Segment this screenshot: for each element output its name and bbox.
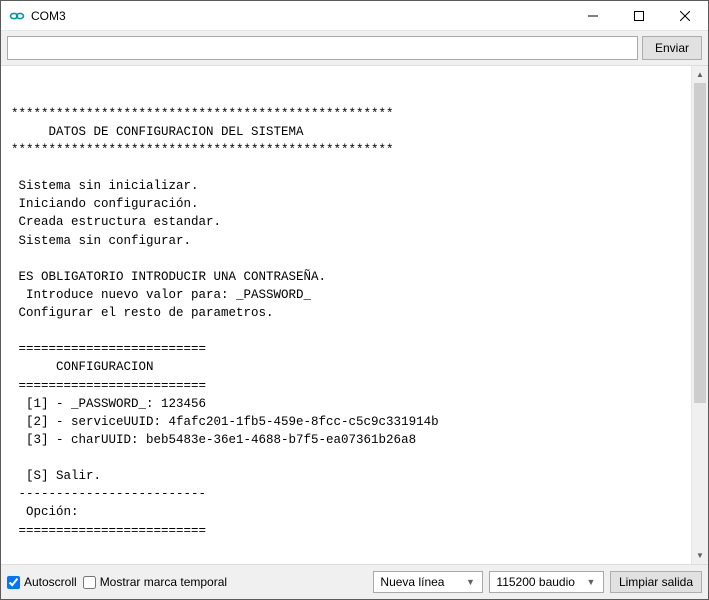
clear-output-button[interactable]: Limpiar salida bbox=[610, 571, 702, 593]
chevron-down-icon: ▼ bbox=[583, 577, 599, 587]
output-wrap: ****************************************… bbox=[1, 65, 708, 565]
autoscroll-input[interactable] bbox=[7, 576, 20, 589]
autoscroll-label: Autoscroll bbox=[24, 575, 77, 589]
line-ending-value: Nueva línea bbox=[380, 575, 454, 589]
serial-output: ****************************************… bbox=[1, 79, 691, 552]
arduino-icon bbox=[9, 8, 25, 24]
scroll-up-icon[interactable]: ▲ bbox=[692, 66, 708, 83]
scroll-thumb[interactable] bbox=[694, 83, 706, 403]
minimize-button[interactable] bbox=[570, 1, 616, 30]
line-ending-select[interactable]: Nueva línea ▼ bbox=[373, 571, 483, 593]
baud-value: 115200 baudio bbox=[496, 575, 575, 589]
window-title: COM3 bbox=[31, 9, 66, 23]
scrollbar[interactable]: ▲ ▼ bbox=[691, 66, 708, 564]
bottom-bar: Autoscroll Mostrar marca temporal Nueva … bbox=[1, 565, 708, 599]
timestamp-checkbox[interactable]: Mostrar marca temporal bbox=[83, 575, 227, 589]
timestamp-input[interactable] bbox=[83, 576, 96, 589]
baud-select[interactable]: 115200 baudio ▼ bbox=[489, 571, 604, 593]
autoscroll-checkbox[interactable]: Autoscroll bbox=[7, 575, 77, 589]
send-button[interactable]: Enviar bbox=[642, 36, 702, 60]
serial-input[interactable] bbox=[7, 36, 638, 60]
scroll-down-icon[interactable]: ▼ bbox=[692, 547, 708, 564]
titlebar: COM3 bbox=[1, 1, 708, 31]
chevron-down-icon: ▼ bbox=[462, 577, 478, 587]
send-row: Enviar bbox=[1, 31, 708, 65]
window-controls bbox=[570, 1, 708, 30]
maximize-button[interactable] bbox=[616, 1, 662, 30]
timestamp-label: Mostrar marca temporal bbox=[100, 575, 227, 589]
close-button[interactable] bbox=[662, 1, 708, 30]
